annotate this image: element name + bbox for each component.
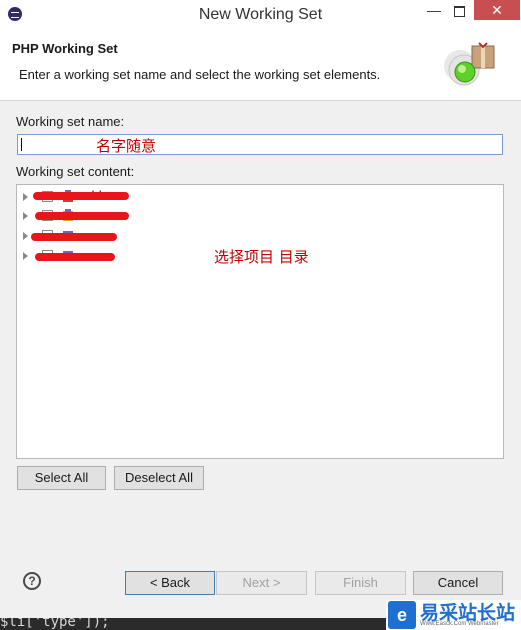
minimize-button[interactable]: — <box>423 0 445 20</box>
page-title: PHP Working Set <box>12 41 118 56</box>
cancel-button[interactable]: Cancel <box>413 571 503 595</box>
maximize-button[interactable] <box>446 0 472 20</box>
page-description: Enter a working set name and select the … <box>19 67 381 82</box>
help-icon[interactable]: ? <box>23 572 41 590</box>
maximize-icon <box>453 5 465 17</box>
wizard-header: PHP Working Set Enter a working set name… <box>0 30 521 101</box>
working-set-name-input[interactable] <box>17 134 503 155</box>
expand-arrow-icon[interactable] <box>23 193 28 201</box>
content-label: Working set content: <box>16 164 135 179</box>
site-watermark: e 易采站长站 Www.Easck.Com Webmaster <box>386 600 521 630</box>
background-editor-strip: $li['type']); <box>0 618 390 630</box>
close-button[interactable]: ✕ <box>474 0 520 20</box>
deselect-all-button[interactable]: Deselect All <box>114 466 204 490</box>
working-set-wizard-icon <box>444 42 495 86</box>
redaction-mark <box>33 192 129 200</box>
redaction-mark <box>31 233 117 241</box>
working-set-content-tree[interactable]: addons <box>16 184 504 459</box>
expand-arrow-icon[interactable] <box>23 252 28 260</box>
select-all-button[interactable]: Select All <box>17 466 106 490</box>
redaction-mark <box>35 253 115 261</box>
back-button[interactable]: < Back <box>125 571 215 595</box>
name-label: Working set name: <box>16 114 125 129</box>
expand-arrow-icon[interactable] <box>23 212 28 220</box>
watermark-logo-icon: e <box>388 601 416 629</box>
annotation-name-hint: 名字随意 <box>96 137 157 155</box>
redaction-mark <box>35 212 129 220</box>
finish-button[interactable]: Finish <box>315 571 406 595</box>
title-bar: New Working Set — ✕ <box>0 0 521 30</box>
annotation-select-hint: 选择项目 目录 <box>214 248 309 266</box>
background-code-text: $li['type']); <box>0 618 110 630</box>
next-button[interactable]: Next > <box>216 571 307 595</box>
expand-arrow-icon[interactable] <box>23 232 28 240</box>
text-caret <box>21 138 22 151</box>
watermark-subtext: Www.Easck.Com Webmaster <box>420 621 499 627</box>
